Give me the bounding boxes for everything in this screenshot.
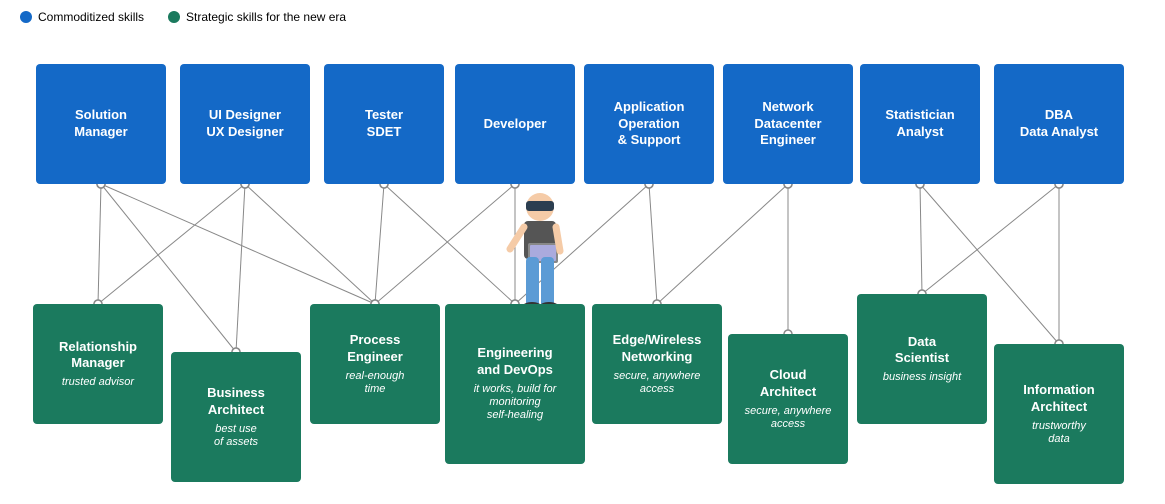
- info-architect-subtitle: trustworthy data: [1032, 420, 1086, 446]
- relationship-manager-card: Relationship Manager trusted advisor: [33, 304, 163, 424]
- cloud-architect-subtitle: secure, anywhere access: [745, 405, 832, 431]
- strategic-dot: [168, 11, 180, 23]
- commoditized-dot: [20, 11, 32, 23]
- solution-manager-card: Solution Manager: [36, 64, 166, 184]
- tester-card: Tester SDET: [324, 64, 444, 184]
- legend-strategic: Strategic skills for the new era: [168, 10, 346, 24]
- business-architect-title: Business Architect: [207, 385, 265, 419]
- dba-card: DBA Data Analyst: [994, 64, 1124, 184]
- edge-wireless-card: Edge/Wireless Networking secure, anywhere…: [592, 304, 722, 424]
- edge-wireless-title: Edge/Wireless Networking: [613, 332, 702, 366]
- eng-devops-subtitle: it works, build for monitoring self-heal…: [474, 383, 557, 423]
- info-architect-card: Information Architect trustworthy data: [994, 344, 1124, 484]
- strategic-label: Strategic skills for the new era: [186, 10, 346, 24]
- diagram-area: const data = JSON.parse(document.getElem…: [0, 34, 1165, 494]
- business-architect-subtitle: best use of assets: [214, 423, 258, 449]
- tester-title: Tester SDET: [365, 107, 403, 141]
- business-architect-card: Business Architect best use of assets: [171, 352, 301, 482]
- app-operation-title: Application Operation & Support: [614, 99, 685, 150]
- data-scientist-card: Data Scientist business insight: [857, 294, 987, 424]
- statistician-title: Statistician Analyst: [885, 107, 954, 141]
- dba-title: DBA Data Analyst: [1020, 107, 1098, 141]
- eng-devops-card: Engineering and DevOps it works, build fo…: [445, 304, 585, 464]
- network-dc-title: Network Datacenter Engineer: [754, 99, 821, 150]
- info-architect-title: Information Architect: [1023, 382, 1095, 416]
- ui-designer-title: UI Designer UX Designer: [206, 107, 283, 141]
- ui-designer-card: UI Designer UX Designer: [180, 64, 310, 184]
- developer-title: Developer: [484, 116, 547, 133]
- relationship-manager-title: Relationship Manager: [59, 339, 137, 373]
- solution-manager-title: Solution Manager: [74, 107, 127, 141]
- statistician-card: Statistician Analyst: [860, 64, 980, 184]
- process-engineer-title: Process Engineer: [347, 332, 403, 366]
- legend-commoditized: Commoditized skills: [20, 10, 144, 24]
- cloud-architect-title: Cloud Architect: [760, 367, 816, 401]
- data-scientist-title: Data Scientist: [895, 334, 949, 368]
- data-scientist-subtitle: business insight: [883, 371, 961, 384]
- relationship-manager-subtitle: trusted advisor: [62, 376, 134, 389]
- process-engineer-card: Process Engineer real-enough time: [310, 304, 440, 424]
- network-dc-card: Network Datacenter Engineer: [723, 64, 853, 184]
- process-engineer-subtitle: real-enough time: [346, 370, 405, 396]
- edge-wireless-subtitle: secure, anywhere access: [614, 370, 701, 396]
- app-operation-card: Application Operation & Support: [584, 64, 714, 184]
- eng-devops-title: Engineering and DevOps: [477, 345, 553, 379]
- developer-card: Developer: [455, 64, 575, 184]
- cloud-architect-card: Cloud Architect secure, anywhere access: [728, 334, 848, 464]
- legend: Commoditized skills Strategic skills for…: [0, 0, 1165, 34]
- commoditized-label: Commoditized skills: [38, 10, 144, 24]
